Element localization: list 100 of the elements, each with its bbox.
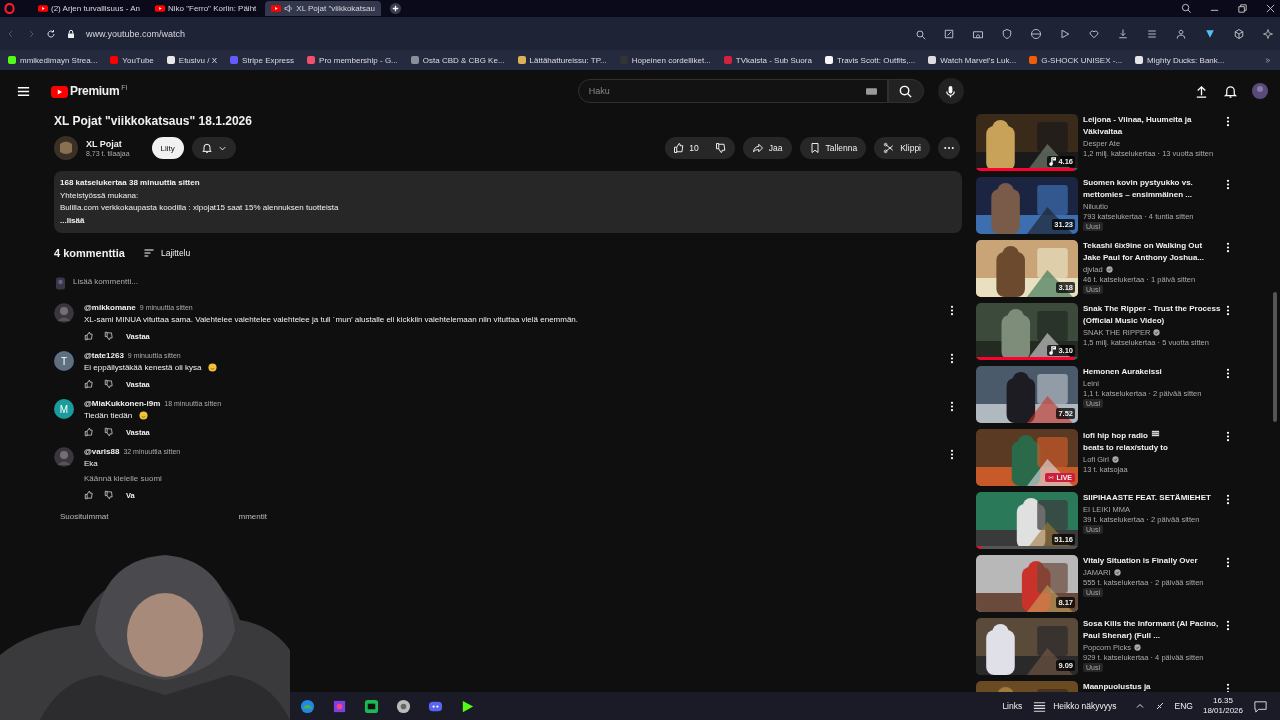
play-icon[interactable] xyxy=(1059,27,1071,40)
more-icon[interactable] xyxy=(950,449,954,460)
opera-logo-icon[interactable] xyxy=(4,3,15,14)
address-field[interactable]: www.youtube.com/watch xyxy=(86,28,186,39)
comment-author[interactable]: @varis88 xyxy=(84,447,120,456)
video-title[interactable]: SIIPIHAASTE FEAT. SETÄMIEHET xyxy=(1083,492,1221,504)
play-icon[interactable] xyxy=(460,698,475,714)
dislike-icon[interactable] xyxy=(104,490,114,500)
more-icon[interactable] xyxy=(950,401,954,412)
new-tab-icon[interactable] xyxy=(389,3,401,14)
more-icon[interactable] xyxy=(1226,557,1230,568)
video-title[interactable]: Leijona - Viinaa, Huumeita ja Väkivaltaa xyxy=(1083,114,1221,138)
more-icon[interactable] xyxy=(1226,116,1230,127)
translate-link[interactable]: Käännä kielelle suomi xyxy=(84,474,162,483)
dislike-icon[interactable] xyxy=(104,331,114,341)
app-icon[interactable] xyxy=(396,698,411,714)
restore-icon[interactable] xyxy=(1237,3,1248,14)
app-icon[interactable] xyxy=(332,698,347,714)
channel-name[interactable]: XL Pojat xyxy=(86,139,130,149)
browser-tab[interactable]: XL Pojat "viikkokatsau xyxy=(265,1,381,16)
heart-icon[interactable] xyxy=(1088,27,1100,40)
weather-text[interactable]: Heikko näkyvyys xyxy=(1053,701,1117,711)
comment-author[interactable]: @mikkomane xyxy=(84,303,136,312)
show-more-link[interactable]: ...lisää xyxy=(60,214,85,227)
chevron-up-icon[interactable] xyxy=(1134,701,1145,711)
bookmark[interactable]: Mighty Ducks: Bank... xyxy=(1135,55,1225,65)
more-button[interactable] xyxy=(938,137,960,159)
bookmark[interactable]: YouTube xyxy=(110,55,154,65)
bookmark[interactable]: TVkaista - Sub Suora xyxy=(723,55,812,65)
dislike-icon[interactable] xyxy=(104,379,114,389)
save-button[interactable]: Tallenna xyxy=(799,137,867,159)
dislike-icon[interactable] xyxy=(104,427,114,437)
bell-icon[interactable] xyxy=(1223,83,1238,99)
clock-time[interactable]: 16.35 xyxy=(1212,696,1233,706)
links-toolbar[interactable]: Links xyxy=(1002,701,1023,711)
keyboard-icon[interactable] xyxy=(865,87,877,95)
comment-author[interactable]: @tate1263 xyxy=(84,351,124,360)
more-icon[interactable] xyxy=(1226,620,1230,631)
bookmark[interactable]: Lättähattureissu: TP... xyxy=(517,55,607,65)
close-icon[interactable] xyxy=(1265,3,1276,14)
video-title[interactable]: Maanpuolustus ja xyxy=(1083,681,1221,692)
bookmark[interactable]: Hopeinen cordelliket... xyxy=(619,55,711,65)
video-title[interactable]: Sosa Kills the Informant (Al Pacino, Paul Shenar) (Full ... xyxy=(1083,618,1221,642)
more-icon[interactable] xyxy=(1226,242,1230,253)
channel-avatar-icon[interactable] xyxy=(54,136,78,160)
video-title[interactable]: Suomen kovin pystyukko vs. mettomies – ensimmäinen ... xyxy=(1083,177,1221,201)
more-icon[interactable] xyxy=(1226,179,1230,190)
video-title[interactable]: Tekashi 6ix9ine on Walking Out Jake Paul for Anthony Joshua... xyxy=(1083,240,1221,264)
search-field[interactable]: Haku xyxy=(577,79,888,103)
notification-button[interactable] xyxy=(191,137,236,159)
video-title[interactable]: Vitaly Situation is Finally Over xyxy=(1083,555,1221,567)
profile-icon[interactable] xyxy=(1175,27,1187,40)
avatar-icon[interactable] xyxy=(1252,83,1268,99)
clip-button[interactable]: Klippi xyxy=(874,137,930,159)
bookmark[interactable]: Etusivu / X xyxy=(166,55,218,65)
like-icon[interactable] xyxy=(84,379,94,389)
reload-icon[interactable] xyxy=(46,28,56,39)
search-button[interactable] xyxy=(887,79,924,103)
more-icon[interactable] xyxy=(1226,305,1230,316)
like-icon[interactable] xyxy=(84,490,94,500)
clock-date[interactable]: 18/01/2026 xyxy=(1202,706,1243,716)
shield-icon[interactable] xyxy=(1001,27,1013,40)
comment-input[interactable]: Lisää kommentti... xyxy=(73,277,962,289)
download-icon[interactable] xyxy=(1117,27,1129,40)
sparkle-icon[interactable] xyxy=(1262,27,1274,40)
bookmark[interactable]: Travis Scott: Outfits,... xyxy=(824,55,916,65)
globe-icon[interactable] xyxy=(1030,27,1042,40)
network-icon[interactable] xyxy=(1154,701,1165,711)
bookmark[interactable]: Pro membership - G... xyxy=(307,55,398,65)
search-icon[interactable] xyxy=(1181,3,1192,14)
language-indicator[interactable]: ENG xyxy=(1174,701,1193,711)
sort-button[interactable]: Lajittelu xyxy=(142,247,191,259)
like-icon[interactable] xyxy=(84,427,94,437)
join-button[interactable]: Liity xyxy=(151,137,184,159)
bookmark[interactable]: Osta CBD & CBG Ke... xyxy=(410,55,505,65)
cube-icon[interactable] xyxy=(1233,27,1245,40)
more-icon[interactable] xyxy=(1226,368,1230,379)
edit-icon[interactable] xyxy=(943,27,955,40)
more-icon[interactable] xyxy=(950,353,954,364)
like-icon[interactable] xyxy=(84,331,94,341)
bookmark[interactable]: Stripe Express xyxy=(230,55,295,65)
search-icon[interactable] xyxy=(914,27,926,40)
more-icon[interactable] xyxy=(1226,494,1230,505)
more-icon[interactable] xyxy=(950,305,954,316)
bookmark[interactable]: mmikedimayn Strea... xyxy=(8,55,98,65)
scrollbar[interactable] xyxy=(1273,292,1277,422)
bookmark[interactable]: Watch Marvel's Luk... xyxy=(928,55,1017,65)
video-title[interactable]: Hemonen Aurakeissi xyxy=(1083,366,1221,378)
share-button[interactable]: Jaa xyxy=(742,137,792,159)
more-icon[interactable] xyxy=(1226,431,1230,442)
microphone-button[interactable] xyxy=(937,78,964,104)
upload-icon[interactable] xyxy=(1194,83,1209,99)
bookmark[interactable]: G-SHOCK UNISEX -... xyxy=(1029,55,1123,65)
video-title[interactable]: Snak The Ripper - Trust the Process (Official Music Video) xyxy=(1083,303,1221,327)
speaker-icon[interactable] xyxy=(284,4,294,13)
commenter-avatar[interactable]: T xyxy=(54,351,74,371)
app-icon[interactable] xyxy=(364,698,379,714)
browser-icon[interactable] xyxy=(300,698,315,714)
notification-icon[interactable] xyxy=(1253,698,1268,714)
browser-tab[interactable]: (2) Arjen turvallisuus - An xyxy=(32,1,146,16)
